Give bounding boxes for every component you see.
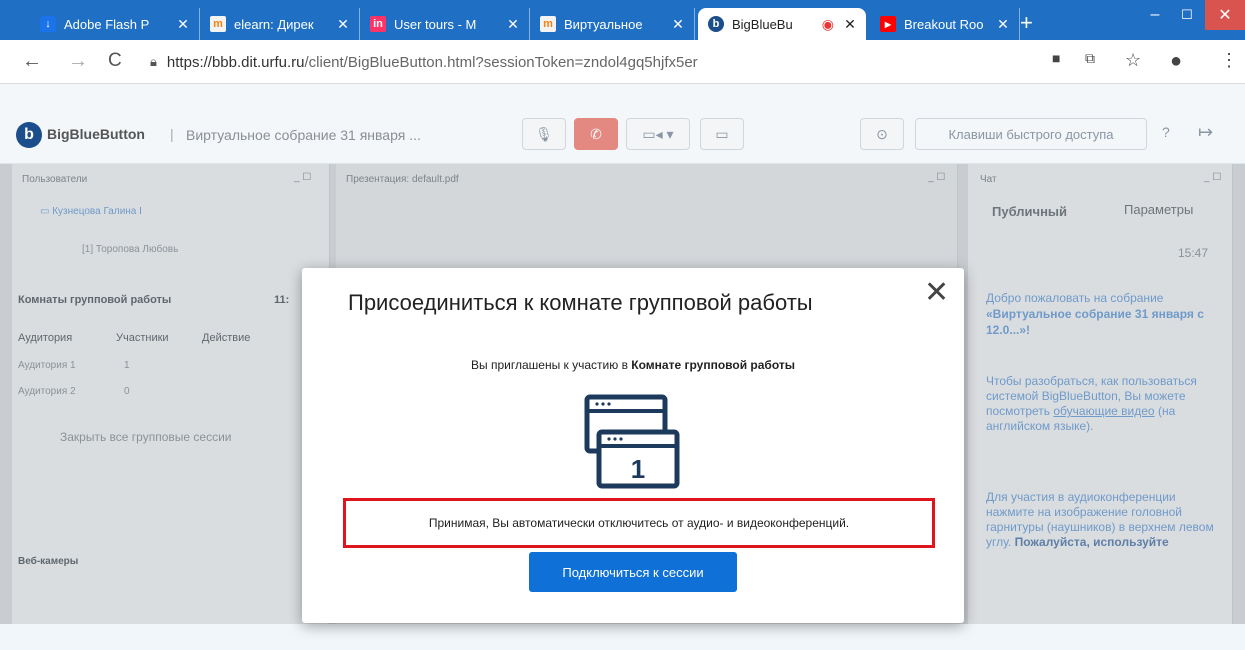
camera-indicator-icon[interactable]: ■ xyxy=(1052,50,1060,66)
auto-disconnect-warning: Принимая, Вы автоматически отключитесь о… xyxy=(343,498,935,548)
lock-icon: 🔒︎ xyxy=(150,54,157,69)
new-tab-icon[interactable]: + xyxy=(1020,12,1033,34)
microphone-icon: 🎙︎ xyxy=(535,125,553,142)
moodle-icon: m xyxy=(540,16,556,32)
panel-controls-icon[interactable]: _ ☐ xyxy=(1204,172,1221,183)
users-panel: Пользователи _ ☐ ▭ Кузнецова Галина І [1… xyxy=(12,164,330,624)
breakout-room-icon: 1 xyxy=(584,394,680,489)
screenshare-button[interactable]: ▭ xyxy=(700,118,744,150)
bigbluebutton-logo-icon: b xyxy=(16,122,42,148)
url-field[interactable]: 🔒︎ https://bbb.dit.urfu.ru/client/BigBlu… xyxy=(150,46,840,78)
room-row-name: Аудитория 2 xyxy=(18,386,76,397)
minimize-icon[interactable]: – xyxy=(1140,0,1170,30)
bookmark-star-icon[interactable]: ☆ xyxy=(1125,50,1141,71)
moodle-icon: m xyxy=(210,16,226,32)
hangup-audio-button[interactable]: ✆ xyxy=(574,118,618,150)
browser-tab-5-active[interactable]: b BigBlueBu ◉ ✕ xyxy=(698,8,866,40)
bigbluebutton-icon: b xyxy=(708,16,724,32)
phone-icon: ✆ xyxy=(590,125,602,142)
maximize-icon[interactable]: ☐ xyxy=(1172,0,1202,30)
room-number: 1 xyxy=(631,454,645,484)
browser-tab-2[interactable]: m elearn: Дирек ✕ xyxy=(200,8,360,40)
close-tab-icon[interactable]: ✕ xyxy=(503,16,523,33)
address-bar: ← → C 🔒︎ https://bbb.dit.urfu.ru/client/… xyxy=(0,40,1245,84)
bottom-bar xyxy=(0,624,1245,650)
menu-icon[interactable]: ⋮ xyxy=(1220,50,1238,71)
youtube-icon: ▶ xyxy=(880,16,896,32)
modal-title: Присоединиться к комнате групповой работ… xyxy=(348,290,813,315)
invision-icon: in xyxy=(370,16,386,32)
invite-text: Вы приглашены к участию в Комнате группо… xyxy=(471,358,795,372)
microphone-button[interactable]: 🎙︎ xyxy=(522,118,566,150)
browser-tab-1[interactable]: ↓ Adobe Flash P ✕ xyxy=(30,8,200,40)
chat-panel: Чат _ ☐ Публичный Параметры 15:47 Добро … xyxy=(968,164,1233,624)
close-icon[interactable]: ✕ xyxy=(924,278,949,308)
app-header: b BigBlueButton | Виртуальное собрание 3… xyxy=(0,84,1245,164)
close-all-sessions-button[interactable]: Закрыть все групповые сессии xyxy=(60,430,231,444)
logout-icon[interactable]: ↦ xyxy=(1198,122,1213,143)
panel-controls-icon[interactable]: _ ☐ xyxy=(294,172,311,183)
user-item[interactable]: ▭ Кузнецова Галина І xyxy=(40,206,142,217)
chat-tab-options[interactable]: Параметры xyxy=(1124,202,1193,217)
video-camera-icon: ▭◂ ▾ xyxy=(642,125,674,142)
join-session-button[interactable]: Подключиться к сессии xyxy=(529,552,737,592)
keyboard-shortcuts-button[interactable]: Клавиши быстрого доступа xyxy=(915,118,1147,150)
browser-tab-4[interactable]: m Виртуальное ✕ xyxy=(530,8,695,40)
monitor-icon: ▭ xyxy=(715,125,729,142)
panel-controls-icon[interactable]: _ ☐ xyxy=(928,172,945,183)
close-tab-icon[interactable]: ✕ xyxy=(173,16,193,33)
close-tab-icon[interactable]: ✕ xyxy=(993,16,1013,33)
reload-icon[interactable]: C xyxy=(108,50,122,72)
user-item[interactable]: [1] Торопова Любовь xyxy=(82,244,178,255)
translate-icon[interactable]: ⧉ xyxy=(1085,50,1095,67)
window-close-icon[interactable]: ✕ xyxy=(1205,0,1245,30)
chat-tab-public[interactable]: Публичный xyxy=(992,204,1067,219)
meeting-title: Виртуальное собрание 31 января ... xyxy=(186,127,421,143)
webcam-button[interactable]: ▭◂ ▾ xyxy=(626,118,690,150)
browser-tabstrip: ↓ Adobe Flash P ✕ m elearn: Дирек ✕ in U… xyxy=(0,0,1245,40)
record-button[interactable]: ⊙ xyxy=(860,118,904,150)
forward-icon[interactable]: → xyxy=(68,50,88,73)
recording-icon: ◉ xyxy=(821,15,834,32)
join-breakout-modal: Присоединиться к комнате групповой работ… xyxy=(302,268,964,623)
room-row-name: Аудитория 1 xyxy=(18,360,76,371)
record-icon: ⊙ xyxy=(876,125,888,142)
download-icon: ↓ xyxy=(40,16,56,32)
close-tab-icon[interactable]: ✕ xyxy=(333,16,353,33)
help-icon[interactable]: ? xyxy=(1162,124,1170,140)
back-icon[interactable]: ← xyxy=(22,50,42,73)
browser-tab-3[interactable]: in User tours - M ✕ xyxy=(360,8,530,40)
tutorial-video-link[interactable]: обучающие видео xyxy=(1053,404,1154,418)
profile-icon[interactable]: ● xyxy=(1170,50,1182,73)
close-tab-icon[interactable]: ✕ xyxy=(668,16,688,33)
close-tab-icon[interactable]: ✕ xyxy=(840,16,860,33)
browser-tab-6[interactable]: ▶ Breakout Roo ✕ xyxy=(870,8,1020,40)
